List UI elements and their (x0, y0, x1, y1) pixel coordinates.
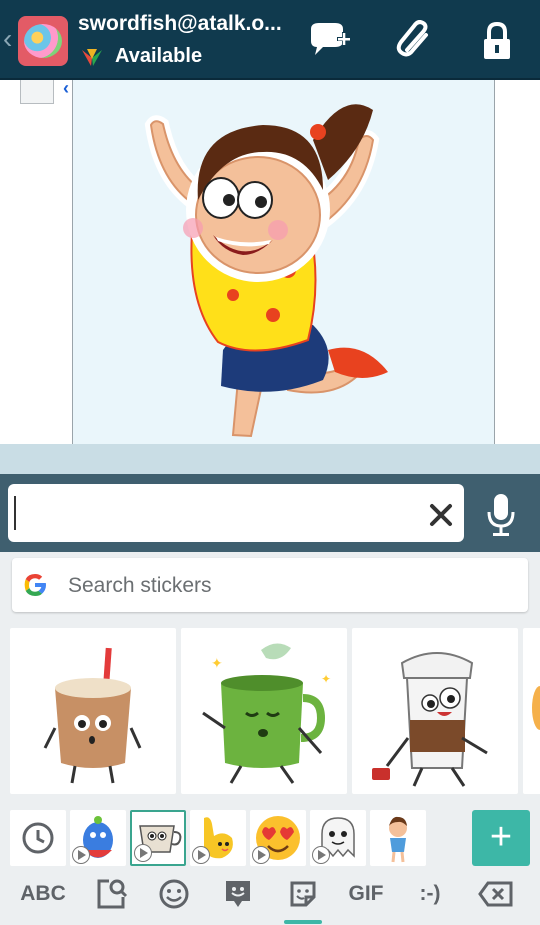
stickers-tab-active[interactable] (283, 876, 323, 912)
play-icon (312, 846, 330, 864)
bitmoji-tab[interactable] (218, 876, 258, 912)
google-icon (24, 574, 46, 596)
abc-keyboard-tab[interactable]: ABC (20, 876, 66, 912)
avatar[interactable] (18, 16, 68, 66)
play-icon (134, 844, 152, 862)
coffee-to-go-sticker (372, 652, 488, 787)
sticker-pack-tab[interactable] (250, 810, 306, 866)
status-available-icon (82, 49, 102, 66)
paperclip-icon (396, 20, 428, 57)
image-search-icon (97, 879, 128, 909)
select-checkbox[interactable] (20, 80, 54, 104)
contact-name[interactable]: swordfish@atalk.o... (78, 12, 282, 36)
sent-sticker[interactable] (73, 80, 494, 444)
close-icon[interactable] (428, 502, 454, 528)
backspace-button[interactable] (476, 876, 516, 912)
search-stickers-field[interactable]: Search stickers (12, 558, 528, 612)
new-chat-button[interactable] (306, 18, 352, 64)
encryption-button[interactable] (474, 18, 520, 64)
search-placeholder: Search stickers (68, 574, 212, 597)
keyboard-bottom-nav: ABC GIF:-) (0, 870, 540, 925)
lock-icon (484, 21, 510, 59)
gif-tab[interactable]: GIF (344, 876, 388, 912)
new-chat-icon (311, 23, 351, 55)
recent-stickers-tab[interactable] (10, 810, 66, 866)
sticker-item[interactable]: ✦ ✦ (181, 628, 347, 794)
play-icon (72, 846, 90, 864)
active-tab-indicator (284, 920, 322, 924)
iced-coffee-sticker (43, 647, 142, 784)
sticker-pack-row: + (0, 808, 540, 870)
svg-text:✦: ✦ (321, 672, 331, 686)
bitmoji-icon (226, 881, 250, 907)
search-image-tab[interactable] (92, 876, 132, 912)
green-tea-mug-sticker: ✦ ✦ (202, 643, 331, 784)
sticker-pack-tab-selected[interactable] (130, 810, 186, 866)
sticker-pack-tab[interactable] (190, 810, 246, 866)
chat-header: ‹ swordfish@atalk.o... Available (0, 0, 540, 80)
status-text: Available (115, 45, 203, 67)
sticker-pack-tab[interactable] (70, 810, 126, 866)
sticker-pack-tab[interactable] (370, 810, 426, 866)
chat-area: ‹ (0, 79, 540, 444)
play-icon (192, 846, 210, 864)
attach-button[interactable] (392, 18, 438, 64)
back-chevron-icon[interactable]: ‹ (3, 24, 12, 54)
message-input[interactable] (8, 484, 464, 542)
play-icon (252, 846, 270, 864)
girl-pack-icon (389, 816, 407, 863)
svg-text:✦: ✦ (211, 656, 223, 672)
emoji-tab[interactable] (154, 876, 194, 912)
sticker-item[interactable] (10, 628, 176, 794)
microphone-icon[interactable] (484, 492, 518, 538)
sticker-keyboard: Search stickers ✦ ✦ + ABC GIF:-) (0, 552, 540, 925)
add-sticker-pack-button[interactable]: + (472, 810, 530, 866)
sticker-pack-tab[interactable] (310, 810, 366, 866)
dancing-girl-sticker (144, 104, 388, 438)
sticker-icon (290, 881, 316, 907)
clock-icon (22, 822, 54, 854)
smiley-icon (159, 879, 189, 909)
emoticon-tab[interactable]: :-) (410, 876, 450, 912)
sticker-item[interactable] (523, 628, 540, 794)
message-input-bar (0, 474, 540, 552)
backspace-icon (478, 881, 513, 907)
sticker-item[interactable] (352, 628, 518, 794)
